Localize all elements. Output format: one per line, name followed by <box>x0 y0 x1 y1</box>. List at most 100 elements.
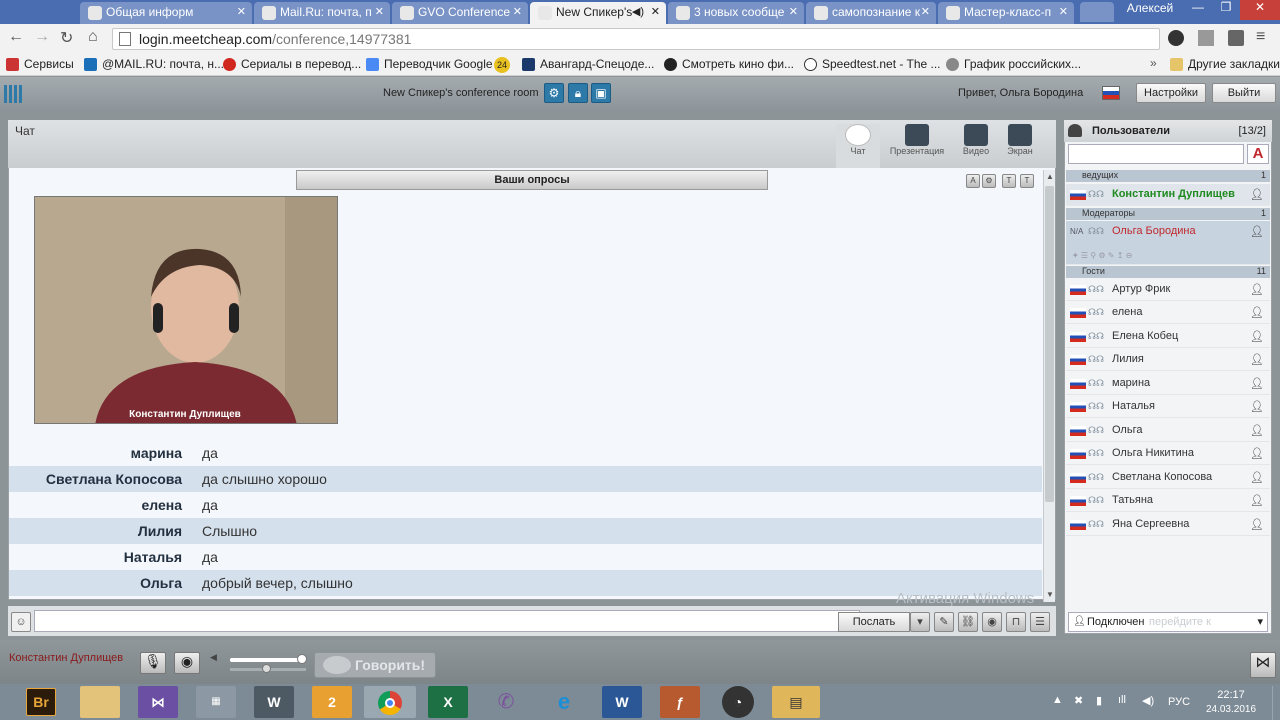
browser-tab-6[interactable]: самопознание к ✕ <box>806 2 936 24</box>
home-icon[interactable]: ⌂ <box>88 28 98 46</box>
settings-button[interactable]: Настройки <box>1136 83 1206 103</box>
viber-icon[interactable]: ✆ <box>486 686 526 718</box>
extension-icon[interactable] <box>1198 30 1214 46</box>
chat-scrollbar[interactable]: ▲ ▼ <box>1043 170 1055 602</box>
user-row-moderator[interactable]: N/A ☊☊ Ольга Бородина 👤︎ ✦ ☰ ⚲ ⚙ ✎ ↥ ⊖ <box>1066 221 1270 265</box>
close-icon[interactable]: ✕ <box>237 5 246 18</box>
user-row-host[interactable]: ☊☊ Константин Дуплищев 👤︎ <box>1066 184 1270 206</box>
browser-tab-3[interactable]: GVO Conference ✕ <box>392 2 528 24</box>
bookmark-other[interactable]: Другие закладки <box>1170 57 1280 71</box>
file-explorer-icon[interactable] <box>80 686 120 718</box>
text-size-up-icon[interactable]: T <box>1002 174 1016 188</box>
mode-screen[interactable]: Экран <box>998 124 1042 168</box>
language-flag-icon[interactable] <box>1102 86 1120 100</box>
bookmark-serials[interactable]: Сериалы в перевод... <box>223 57 361 71</box>
calculator-icon[interactable]: ▤ <box>772 686 820 718</box>
talk-button[interactable]: Говорить! <box>314 652 436 678</box>
tray-network-icon[interactable]: ✖ <box>1074 694 1083 707</box>
close-icon[interactable]: ✕ <box>375 5 384 18</box>
bookmark-24[interactable]: 24 <box>494 57 510 73</box>
restore-icon[interactable]: ❐ <box>1212 0 1240 20</box>
show-desktop-button[interactable] <box>1272 686 1280 720</box>
user-row-guest[interactable]: ☊☊ Наталья 👤︎ <box>1066 396 1270 418</box>
tray-volume-icon[interactable]: ◀) <box>1142 694 1154 707</box>
chrome-icon[interactable] <box>364 686 416 718</box>
video-feed[interactable]: Константин Дуплищев <box>34 196 338 424</box>
chat-input[interactable] <box>34 610 860 632</box>
close-icon[interactable]: ✕ <box>1059 5 1068 18</box>
scroll-up-icon[interactable]: ▲ <box>1046 172 1054 181</box>
smiley-icon[interactable]: ☺ <box>11 612 31 632</box>
bookmark-translate[interactable]: Переводчик Google <box>366 57 493 71</box>
volume-knob[interactable] <box>297 654 308 664</box>
chevron-right-icon[interactable]: » <box>1150 56 1157 70</box>
group-guests[interactable]: Гости 11 <box>1066 266 1270 278</box>
user-row-guest[interactable]: ☊☊ Яна Сергеевна 👤︎ <box>1066 514 1270 536</box>
close-icon[interactable]: ✕ <box>513 5 522 18</box>
game-icon[interactable]: 2 <box>312 686 352 718</box>
webcam-icon[interactable]: ◉ <box>174 652 200 674</box>
eye-icon[interactable]: ◉ <box>982 612 1002 632</box>
user-row-guest[interactable]: ☊☊ Артур Фрик 👤︎ <box>1066 279 1270 301</box>
menu-icon[interactable]: ≡ <box>1256 28 1265 46</box>
bookmark-speedtest[interactable]: Speedtest.net - The ... <box>804 57 941 71</box>
tray-battery-icon[interactable]: ▮ <box>1096 694 1102 707</box>
bookmark-kino[interactable]: Смотреть кино фи... <box>664 57 794 71</box>
close-icon[interactable]: ✕ <box>921 5 930 18</box>
volume-slider[interactable] <box>230 658 306 662</box>
share-icon[interactable]: ⋈ <box>1250 652 1276 678</box>
user-row-guest[interactable]: ☊☊ елена 👤︎ <box>1066 302 1270 324</box>
extension-icon[interactable] <box>1168 30 1184 46</box>
browser-tab-7[interactable]: Мастер-класс-п ✕ <box>938 2 1074 24</box>
microphone-icon[interactable]: 🎙︎ <box>140 652 166 674</box>
mic-level-knob[interactable] <box>262 664 271 673</box>
bookmark-apps[interactable]: Сервисы <box>6 57 74 71</box>
link-icon[interactable]: ⛓ <box>958 612 978 632</box>
close-window-icon[interactable]: ✕ <box>1240 0 1280 20</box>
text-size-down-icon[interactable]: T <box>1020 174 1034 188</box>
browser-tab-2[interactable]: Mail.Ru: почта, п ✕ <box>254 2 390 24</box>
word-icon[interactable]: W <box>602 686 642 718</box>
user-row-guest[interactable]: ☊☊ Ольга Никитина 👤︎ <box>1066 443 1270 465</box>
clock-time[interactable]: 22:17 <box>1210 689 1252 701</box>
user-row-guest[interactable]: ☊☊ Елена Кобец 👤︎ <box>1066 326 1270 348</box>
browser-tab-active[interactable]: New Спикер's ◀) ✕ <box>530 2 666 24</box>
bookmark-mailru[interactable]: @MAIL.RU: почта, н... <box>84 57 224 71</box>
back-icon[interactable]: ← <box>8 28 24 46</box>
scroll-down-icon[interactable]: ▼ <box>1046 590 1054 599</box>
profile-name[interactable]: Алексей <box>1120 1 1180 21</box>
bookmark-avangard[interactable]: Авангард-Спецоде... <box>522 57 654 71</box>
send-button[interactable]: Послать <box>838 612 910 632</box>
mode-chat[interactable]: Чат <box>836 124 880 168</box>
chevron-down-icon[interactable]: ▾ <box>910 612 930 632</box>
screen-icon[interactable]: ▣ <box>591 83 611 103</box>
moderator-tools-icons[interactable]: ✦ ☰ ⚲ ⚙ ✎ ↥ ⊖ <box>1072 251 1132 260</box>
obs-icon[interactable]: ◔ <box>722 686 754 718</box>
user-row-guest[interactable]: ☊☊ Светлана Копосова 👤︎ <box>1066 467 1270 489</box>
internet-explorer-icon[interactable]: e <box>544 686 584 718</box>
scroll-thumb[interactable] <box>1045 186 1054 502</box>
user-row-guest[interactable]: ☊☊ Лилия 👤︎ <box>1066 349 1270 371</box>
font-icon[interactable]: A <box>966 174 980 188</box>
cast-icon[interactable] <box>1228 30 1244 46</box>
close-icon[interactable]: ✕ <box>651 5 660 18</box>
excel-icon[interactable]: X <box>428 686 468 718</box>
tray-signal-icon[interactable]: ıll <box>1118 694 1126 706</box>
browser-tab-5[interactable]: 3 новых сообще ✕ <box>668 2 804 24</box>
user-row-guest[interactable]: ☊☊ Ольга 👤︎ <box>1066 420 1270 442</box>
user-search-input[interactable] <box>1068 144 1244 164</box>
user-row-guest[interactable]: ☊☊ Татьяна 👤︎ <box>1066 490 1270 512</box>
logout-button[interactable]: Выйти <box>1212 83 1276 103</box>
close-icon[interactable]: ✕ <box>789 5 798 18</box>
new-tab-button[interactable] <box>1080 2 1114 22</box>
lock-icon[interactable]: ⊓ <box>1006 612 1026 632</box>
user-row-guest[interactable]: ☊☊ марина 👤︎ <box>1066 373 1270 395</box>
group-moderators[interactable]: Модераторы 1 <box>1066 208 1270 220</box>
mode-presentation[interactable]: Презентация <box>885 124 949 168</box>
bookmark-graph[interactable]: График российских... <box>946 57 1081 71</box>
browser-tab-1[interactable]: Общая информ ✕ <box>80 2 252 24</box>
group-hosts[interactable]: ведущих 1 <box>1066 170 1270 182</box>
visual-studio-icon[interactable]: ⋈ <box>138 686 178 718</box>
lock-icon[interactable]: 🔒︎ <box>568 83 588 103</box>
forward-icon[interactable]: → <box>34 28 50 46</box>
